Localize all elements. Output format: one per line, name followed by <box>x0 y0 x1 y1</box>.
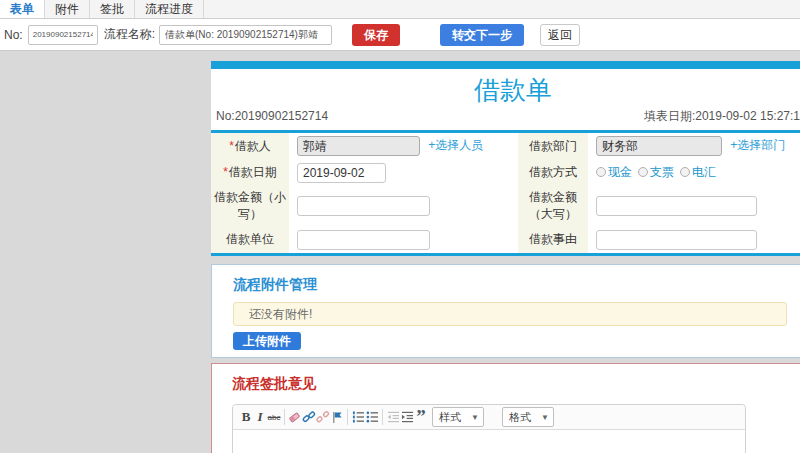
amount-big-input[interactable] <box>596 196 757 216</box>
loan-form-panel: 借款单 No:20190902152714 填表日期:2019-09-02 15… <box>211 69 800 256</box>
radio-icon[interactable] <box>680 167 690 177</box>
no-input[interactable] <box>28 25 98 45</box>
tab-attachment[interactable]: 附件 <box>45 0 90 18</box>
command-bar: No: 流程名称: 保存 转交下一步 返回 <box>0 19 800 51</box>
toolbar-separator <box>284 409 285 425</box>
amount-small-label-cell: 借款金额（小写） <box>211 186 289 226</box>
main-panel: 借款单 No:20190902152714 填表日期:2019-09-02 15… <box>211 61 800 453</box>
upload-attachment-button[interactable]: 上传附件 <box>233 332 301 350</box>
flag-icon[interactable] <box>330 409 344 426</box>
unit-label-cell: 借款单位 <box>211 226 289 253</box>
unlink-icon[interactable] <box>316 409 330 426</box>
chevron-down-icon: ▼ <box>541 413 549 422</box>
editor-toolbar: B I abc <box>233 405 745 430</box>
unit-input[interactable] <box>297 230 430 250</box>
rich-text-editor: B I abc <box>232 404 746 453</box>
strikethrough-icon[interactable]: abc <box>267 409 281 426</box>
loan-form-table: *借款人 +选择人员 借款部门 +选择部门 *借款日期 借款方式 现金支 <box>211 133 800 253</box>
attachment-panel: 流程附件管理 还没有附件! 上传附件 <box>211 264 800 358</box>
link-icon[interactable] <box>302 409 316 426</box>
attachment-title: 流程附件管理 <box>233 276 794 292</box>
divider-bottom <box>211 253 800 256</box>
borrower-label-cell: *借款人 <box>211 133 289 159</box>
tab-bar: 表单 附件 签批 流程进度 <box>0 0 800 19</box>
tab-approval[interactable]: 签批 <box>90 0 135 18</box>
loan-method-label-cell: 借款方式 <box>518 159 588 186</box>
department-input[interactable] <box>596 136 722 156</box>
form-no-text: No:20190902152714 <box>216 109 328 123</box>
chevron-down-icon: ▼ <box>471 413 479 422</box>
no-label: No: <box>4 28 23 42</box>
loan-date-input[interactable] <box>297 163 386 183</box>
no-attachment-alert: 还没有附件! <box>233 302 787 326</box>
borrower-input[interactable] <box>297 136 420 156</box>
next-step-button[interactable]: 转交下一步 <box>440 24 524 46</box>
editor-content-area[interactable] <box>233 430 745 453</box>
choose-person-link[interactable]: +选择人员 <box>428 138 483 152</box>
unordered-list-icon[interactable] <box>365 409 379 426</box>
save-button[interactable]: 保存 <box>352 24 400 46</box>
toolbar-separator <box>382 409 383 425</box>
panel-top-bar <box>211 61 800 69</box>
indent-icon[interactable] <box>400 409 414 426</box>
reason-input[interactable] <box>596 230 757 250</box>
italic-icon[interactable]: I <box>253 409 267 426</box>
method-check-radio[interactable]: 支票 <box>638 165 674 179</box>
method-wire-radio[interactable]: 电汇 <box>680 165 716 179</box>
reason-label-cell: 借款事由 <box>518 226 588 253</box>
format-dropdown[interactable]: 格式▼ <box>502 407 554 427</box>
form-date-text: 填表日期:2019-09-02 15:27:1 <box>644 109 800 123</box>
form-title: 借款单 <box>211 69 800 109</box>
radio-icon[interactable] <box>638 167 648 177</box>
approval-title: 流程签批意见 <box>232 375 794 391</box>
style-dropdown[interactable]: 样式▼ <box>432 407 484 427</box>
method-cash-radio[interactable]: 现金 <box>596 165 632 179</box>
amount-small-input[interactable] <box>297 196 430 216</box>
flow-name-input[interactable] <box>159 25 332 45</box>
department-label-cell: 借款部门 <box>518 133 588 159</box>
bold-icon[interactable]: B <box>239 409 253 426</box>
blockquote-icon[interactable]: ” <box>414 409 428 426</box>
toolbar-separator <box>347 409 348 425</box>
choose-department-link[interactable]: +选择部门 <box>730 138 785 152</box>
remove-format-icon[interactable] <box>288 409 302 426</box>
back-button[interactable]: 返回 <box>540 24 580 46</box>
tab-form[interactable]: 表单 <box>0 0 45 18</box>
loan-date-label-cell: *借款日期 <box>211 159 289 186</box>
tab-progress[interactable]: 流程进度 <box>135 0 204 18</box>
outdent-icon[interactable] <box>386 409 400 426</box>
flow-name-label: 流程名称: <box>104 26 155 43</box>
amount-big-label-cell: 借款金额（大写） <box>518 186 588 226</box>
radio-icon[interactable] <box>596 167 606 177</box>
ordered-list-icon[interactable] <box>351 409 365 426</box>
approval-panel: 流程签批意见 B I abc <box>211 363 800 453</box>
